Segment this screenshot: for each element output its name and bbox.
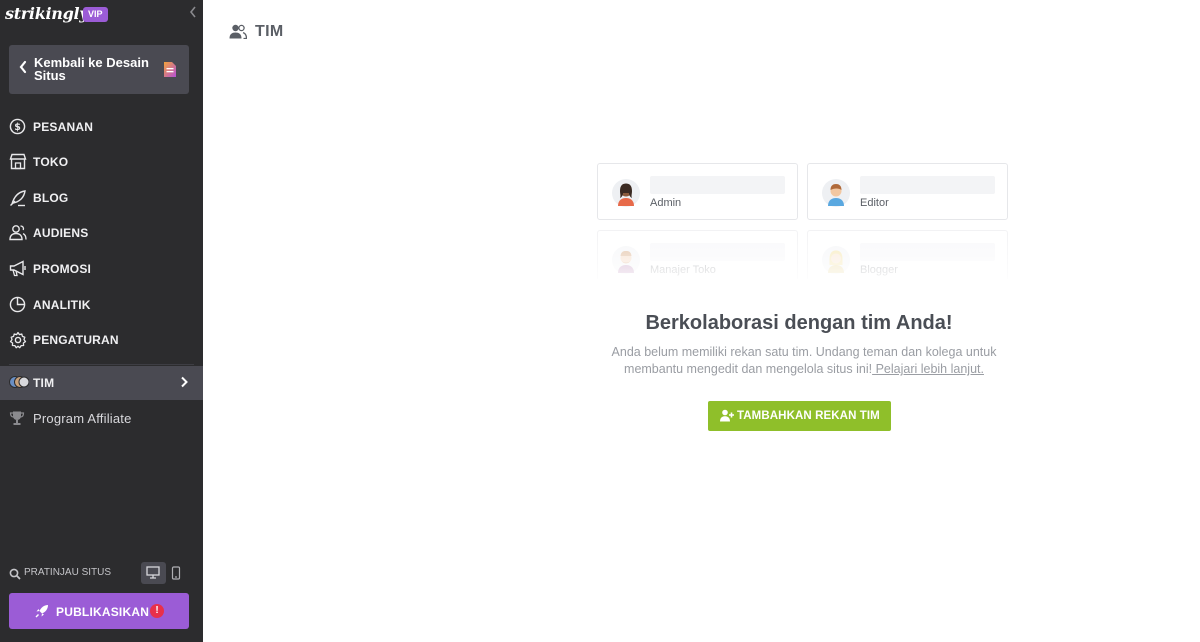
sidebar-item-label: TIM	[33, 376, 55, 390]
sidebar-item-label: PENGATURAN	[33, 333, 119, 347]
publish-alert-badge: !	[150, 604, 164, 618]
add-team-member-label: TAMBAHKAN REKAN TIM	[737, 410, 880, 422]
page-title: TIM	[255, 23, 284, 40]
mobile-icon	[171, 566, 181, 580]
trophy-icon	[9, 410, 27, 428]
sidebar-item-label: BLOG	[33, 191, 69, 205]
sidebar-item-pengaturan[interactable]: PENGATURAN	[0, 323, 203, 357]
quill-icon	[9, 189, 27, 207]
team-avatars-icon	[9, 374, 30, 392]
collapse-sidebar-icon[interactable]	[189, 6, 201, 22]
back-to-site-design-button[interactable]: Kembali ke Desain Situs	[9, 45, 189, 94]
editor-avatar	[822, 179, 850, 207]
add-user-icon	[720, 409, 734, 422]
role-label: Admin	[650, 197, 682, 209]
chevron-left-icon	[18, 60, 32, 78]
sidebar-item-label: Program Affiliate	[33, 411, 132, 426]
role-label: Manajer Toko	[650, 264, 716, 276]
team-icon	[229, 24, 248, 40]
site-document-icon	[164, 62, 176, 77]
app-root: strikingly VIP Kembali ke Desain Situs $…	[0, 0, 1200, 642]
audience-icon	[9, 224, 27, 242]
placeholder-bar	[650, 243, 785, 261]
sidebar-item-label: AUDIENS	[33, 226, 89, 240]
pie-chart-icon	[9, 296, 27, 314]
role-label: Blogger	[860, 264, 898, 276]
preview-site-link[interactable]: PRATINJAU SITUS	[24, 567, 111, 578]
sidebar-item-audiens[interactable]: AUDIENS	[0, 216, 203, 250]
placeholder-bar	[650, 176, 785, 194]
sidebar: strikingly VIP Kembali ke Desain Situs $…	[0, 0, 203, 642]
sidebar-item-program-affiliate[interactable]: Program Affiliate	[0, 402, 203, 436]
chevron-right-icon	[180, 375, 190, 391]
publish-button-label: PUBLIKASIKAN	[56, 605, 150, 619]
sidebar-item-tim[interactable]: TIM	[0, 366, 203, 400]
search-icon	[9, 567, 21, 580]
sidebar-item-label: PROMOSI	[33, 262, 92, 276]
back-button-label: Kembali ke Desain Situs	[34, 55, 149, 83]
empty-state-title: Berkolaborasi dengan tim Anda!	[645, 312, 953, 334]
team-roles-illustration: Admin Editor Manajer Toko Blogger	[597, 163, 1009, 279]
sidebar-item-pesanan[interactable]: $ PESANAN	[0, 110, 203, 144]
placeholder-bar	[860, 176, 995, 194]
sidebar-item-toko[interactable]: TOKO	[0, 145, 203, 179]
mobile-preview-button[interactable]	[166, 562, 191, 584]
preview-row: PRATINJAU SITUS	[0, 562, 203, 584]
vip-badge: VIP	[83, 7, 108, 22]
sidebar-divider	[9, 364, 194, 365]
sidebar-item-label: PESANAN	[33, 120, 94, 134]
publish-button[interactable]: PUBLIKASIKAN !	[9, 593, 189, 629]
store-icon	[9, 153, 27, 171]
role-card-admin: Admin	[597, 163, 798, 220]
role-card-store-manager: Manajer Toko	[597, 230, 798, 279]
sidebar-item-analitik[interactable]: ANALITIK	[0, 288, 203, 322]
megaphone-icon	[9, 260, 27, 278]
admin-avatar	[612, 179, 640, 207]
sidebar-item-blog[interactable]: BLOG	[0, 181, 203, 215]
gear-icon	[9, 331, 27, 349]
blogger-avatar	[822, 246, 850, 274]
svg-text:$: $	[14, 122, 21, 133]
dollar-circle-icon: $	[9, 118, 27, 136]
sidebar-item-label: ANALITIK	[33, 298, 91, 312]
role-card-blogger: Blogger	[807, 230, 1008, 279]
placeholder-bar	[860, 243, 995, 261]
desktop-preview-button[interactable]	[141, 562, 166, 584]
sidebar-item-promosi[interactable]: PROMOSI	[0, 252, 203, 286]
sidebar-item-label: TOKO	[33, 155, 69, 169]
rocket-icon	[35, 604, 49, 618]
strikingly-logo[interactable]: strikingly	[5, 4, 89, 23]
logo-row: strikingly VIP	[0, 0, 203, 32]
add-team-member-button[interactable]: TAMBAHKAN REKAN TIM	[708, 401, 891, 431]
role-card-editor: Editor	[807, 163, 1008, 220]
role-label: Editor	[860, 197, 889, 209]
desktop-icon	[146, 566, 160, 579]
empty-state-description: Anda belum memiliki rekan satu tim. Unda…	[595, 344, 1013, 378]
store-manager-avatar	[612, 246, 640, 274]
learn-more-link[interactable]: Pelajari lebih lanjut.	[872, 362, 984, 376]
